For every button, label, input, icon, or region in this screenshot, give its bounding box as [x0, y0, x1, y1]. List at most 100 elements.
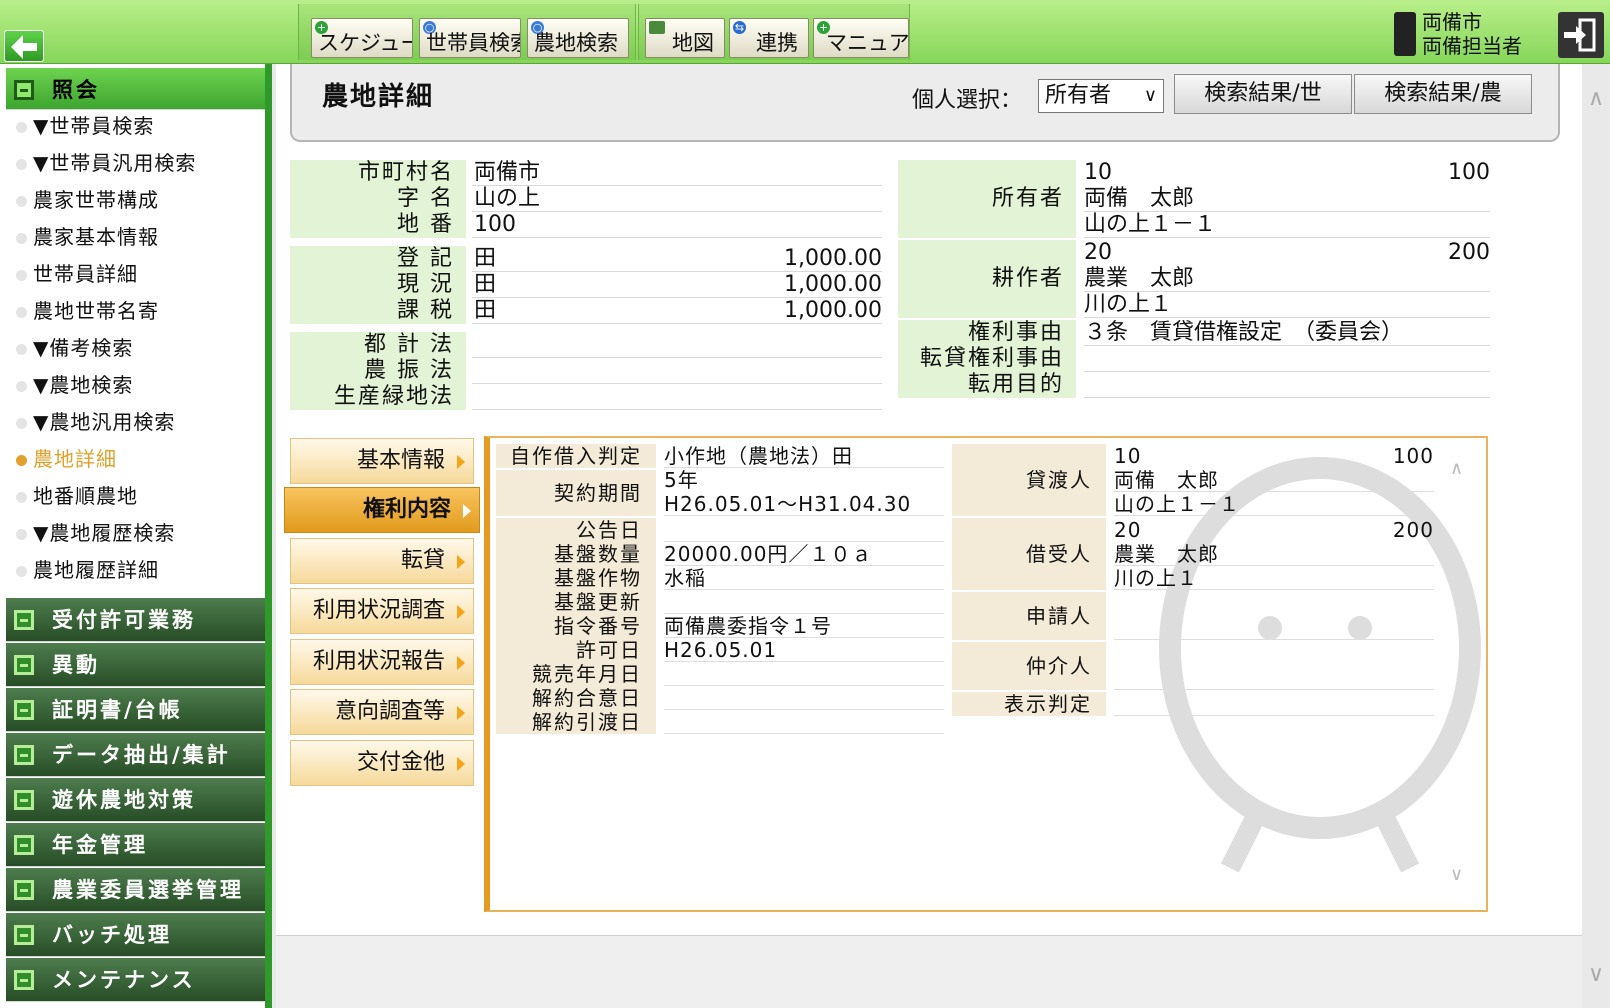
tab-intention-survey[interactable]: 意向調査等 — [290, 689, 474, 735]
person-select-label: 個人選択： — [912, 88, 1023, 113]
toolbar-group-tools: 地図 ⇆ 連携 + マニュアル — [638, 4, 910, 60]
search-result-farmland-button[interactable]: 検索結果/農 — [1354, 74, 1532, 114]
person-select-value: 所有者 — [1045, 83, 1112, 108]
ryokuchi-value — [472, 384, 882, 410]
section-label: 異動 — [52, 653, 100, 677]
sidebar-item-farmland-general-search[interactable]: ▼農地汎用検索 — [16, 404, 175, 441]
ryokuchi-label: 生産緑地法 — [290, 384, 466, 410]
noshin-label: 農 振 法 — [290, 358, 466, 384]
bullet-icon — [16, 381, 27, 392]
link-button[interactable]: ⇆ 連携 — [729, 18, 809, 58]
section-label: 農業委員選挙管理 — [52, 878, 244, 902]
kiban-crop-value: 水稲 — [664, 566, 944, 590]
top-toolbar: + スケジュール ○ 世帯員検索 ○ 農地検索 地図 ⇆ 連携 + マニュアル … — [0, 0, 1610, 64]
section-transfer[interactable]: 異動 — [6, 643, 265, 687]
tab-grant[interactable]: 交付金他 — [290, 740, 474, 786]
tab-rights[interactable]: 権利内容 — [284, 487, 480, 533]
sidebar-item-farmland-household[interactable]: 農地世帯名寄 — [16, 293, 159, 330]
tab-sublease[interactable]: 転貸 — [290, 538, 474, 584]
genkyo-label: 現 況 — [290, 272, 466, 298]
sidebar-item-farmland-detail[interactable]: 農地詳細 — [16, 441, 117, 478]
tab-usage-report[interactable]: 利用状況報告 — [290, 639, 474, 685]
sidebar-item-household-search[interactable]: ▼世帯員検索 — [16, 108, 154, 145]
bullet-icon — [16, 159, 27, 170]
menu-label: 農家基本情報 — [33, 225, 159, 249]
schedule-label: スケジュール — [318, 31, 412, 55]
cultivator-number: 200 — [1448, 240, 1490, 265]
schedule-button[interactable]: + スケジュール — [311, 18, 413, 58]
toolbar-group-search: + スケジュール ○ 世帯員検索 ○ 農地検索 — [298, 4, 636, 60]
farmland-search-button[interactable]: ○ 農地検索 — [527, 18, 629, 58]
panel-scroll-down-icon[interactable]: ∨ — [1450, 864, 1463, 885]
sidebar: 照会 ▼世帯員検索 ▼世帯員汎用検索 農家世帯構成 農家基本情報 世帯員詳細 農… — [0, 64, 272, 1008]
menu-label: ▼世帯員汎用検索 — [33, 151, 197, 175]
bullet-icon — [16, 122, 27, 133]
section-data-extract[interactable]: データ抽出/集計 — [6, 733, 265, 777]
expand-icon — [14, 655, 34, 675]
panel-scroll-up-icon[interactable]: ∧ — [1450, 458, 1463, 479]
section-idle-farmland[interactable]: 遊休農地対策 — [6, 778, 265, 822]
sidebar-item-remarks-search[interactable]: ▼備考検索 — [16, 330, 133, 367]
aza-label: 字 名 — [290, 186, 466, 212]
sidebar-item-chiban-order[interactable]: 地番順農地 — [16, 478, 138, 515]
bullet-icon — [16, 344, 27, 355]
page-scroll-up-icon[interactable]: ∧ — [1588, 86, 1604, 111]
sidebar-item-history-search[interactable]: ▼農地履歴検索 — [16, 515, 175, 552]
chiban-label: 地 番 — [290, 212, 466, 238]
tab-usage-survey[interactable]: 利用状況調査 — [290, 588, 474, 634]
sidebar-item-farm-household[interactable]: 農家世帯構成 — [16, 182, 159, 219]
bullet-icon — [16, 492, 27, 503]
conversion-purpose-label: 転用目的 — [898, 372, 1076, 398]
section-pension[interactable]: 年金管理 — [6, 823, 265, 867]
manual-button[interactable]: + マニュアル — [813, 18, 909, 58]
sidebar-item-history-detail[interactable]: 農地履歴詳細 — [16, 552, 159, 589]
bullet-icon — [16, 455, 27, 466]
kokoku-label: 公告日 — [496, 518, 656, 542]
collapse-icon — [14, 80, 34, 100]
menu-label: ▼農地検索 — [33, 373, 134, 397]
section-label: 遊休農地対策 — [52, 788, 196, 812]
tab-basic-info[interactable]: 基本情報 — [290, 438, 474, 484]
bullet-icon — [16, 529, 27, 540]
display-judgement-label: 表示判定 — [952, 692, 1106, 716]
cultivator-name: 農業 太郎 — [1084, 266, 1490, 292]
map-button[interactable]: 地図 — [645, 18, 725, 58]
sync-arrows-icon: ⇆ — [733, 21, 746, 34]
section-batch[interactable]: バッチ処理 — [6, 913, 265, 957]
tokei-label: 都 計 法 — [290, 332, 466, 358]
section-permit[interactable]: 受付許可業務 — [6, 598, 265, 642]
lessee-label: 借受人 — [952, 518, 1106, 590]
sidebar-item-farm-basic-info[interactable]: 農家基本情報 — [16, 219, 159, 256]
section-inquiry[interactable]: 照会 — [6, 68, 265, 110]
sidebar-item-household-general-search[interactable]: ▼世帯員汎用検索 — [16, 145, 196, 182]
link-label: 連携 — [756, 31, 798, 55]
menu-label: ▼備考検索 — [33, 336, 134, 360]
person-select[interactable]: 所有者 ∨ — [1038, 79, 1164, 113]
auction-date-label: 競売年月日 — [496, 662, 656, 686]
back-button[interactable] — [4, 30, 44, 62]
section-label: 照会 — [52, 78, 100, 102]
owner-label: 所有者 — [898, 160, 1076, 238]
rights-panel: 自作借入判定 小作地（農地法）田 契約期間 5年 H26.05.01～H31.0… — [484, 436, 1488, 912]
bullet-icon — [16, 566, 27, 577]
sublease-reason-value — [1084, 346, 1490, 372]
household-search-button[interactable]: ○ 世帯員検索 — [419, 18, 521, 58]
lessor-label: 貸渡人 — [952, 444, 1106, 516]
cancel-agree-value — [664, 686, 944, 710]
auction-date-value — [664, 662, 944, 686]
city-value: 両備市 — [472, 160, 882, 186]
menu-label: 世帯員詳細 — [33, 262, 138, 286]
kokoku-value — [664, 518, 944, 542]
period-range: H26.05.01～H31.04.30 — [664, 492, 944, 516]
section-maintenance[interactable]: メンテナンス — [6, 958, 265, 1002]
sidebar-item-farmland-search[interactable]: ▼農地検索 — [16, 367, 133, 404]
sidebar-item-member-detail[interactable]: 世帯員詳細 — [16, 256, 138, 293]
logout-button[interactable] — [1558, 12, 1604, 58]
broker-label: 仲介人 — [952, 642, 1106, 690]
section-certificate[interactable]: 証明書/台帳 — [6, 688, 265, 732]
search-result-household-button[interactable]: 検索結果/世 — [1174, 74, 1352, 114]
page-scroll-down-icon[interactable]: ∨ — [1588, 962, 1604, 987]
expand-icon — [14, 610, 34, 630]
section-election[interactable]: 農業委員選挙管理 — [6, 868, 265, 912]
menu-label: 農地履歴詳細 — [33, 558, 159, 582]
